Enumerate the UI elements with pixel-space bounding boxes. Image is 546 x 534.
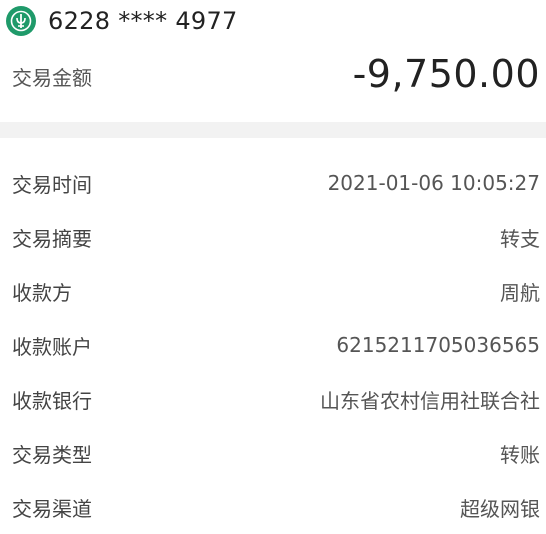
detail-row-summary: 交易摘要 转支: [0, 210, 546, 264]
detail-value: 山东省农村信用社联合社: [320, 388, 540, 413]
section-divider: [0, 122, 546, 138]
amount-row: 交易金额 -9,750.00: [0, 52, 546, 100]
detail-label: 交易渠道: [12, 496, 92, 521]
detail-value: 转账: [500, 442, 540, 467]
amount-value: -9,750.00: [352, 52, 540, 96]
detail-value: 周航: [500, 280, 540, 305]
transaction-detail-page: 6228 **** 4977 交易金额 -9,750.00 交易时间 2021-…: [0, 0, 546, 534]
detail-label: 收款方: [12, 280, 72, 305]
detail-row-payee-bank: 收款银行 山东省农村信用社联合社: [0, 372, 546, 426]
detail-label: 交易类型: [12, 442, 92, 467]
detail-label: 交易摘要: [12, 226, 92, 251]
detail-row-payee-account: 收款账户 6215211705036565: [0, 318, 546, 372]
detail-row-transaction-time: 交易时间 2021-01-06 10:05:27: [0, 156, 546, 210]
detail-value: 6215211705036565: [336, 333, 540, 357]
amount-label: 交易金额: [12, 66, 92, 90]
detail-label: 收款银行: [12, 388, 92, 413]
bank-logo-glyph: [10, 10, 32, 32]
account-number: 6228 **** 4977: [48, 7, 238, 35]
detail-value: 超级网银: [460, 496, 540, 521]
detail-value: 转支: [500, 226, 540, 251]
abc-bank-logo-icon: [6, 6, 36, 36]
transaction-summary-card: 6228 **** 4977 交易金额 -9,750.00: [0, 0, 546, 122]
detail-list: 交易时间 2021-01-06 10:05:27 交易摘要 转支 收款方 周航 …: [0, 138, 546, 534]
detail-row-payee: 收款方 周航: [0, 264, 546, 318]
detail-row-transaction-type: 交易类型 转账: [0, 426, 546, 480]
detail-label: 交易时间: [12, 172, 92, 197]
detail-row-transaction-channel: 交易渠道 超级网银: [0, 480, 546, 534]
account-row: 6228 **** 4977: [6, 4, 238, 38]
detail-value: 2021-01-06 10:05:27: [327, 171, 540, 195]
detail-label: 收款账户: [12, 334, 92, 359]
